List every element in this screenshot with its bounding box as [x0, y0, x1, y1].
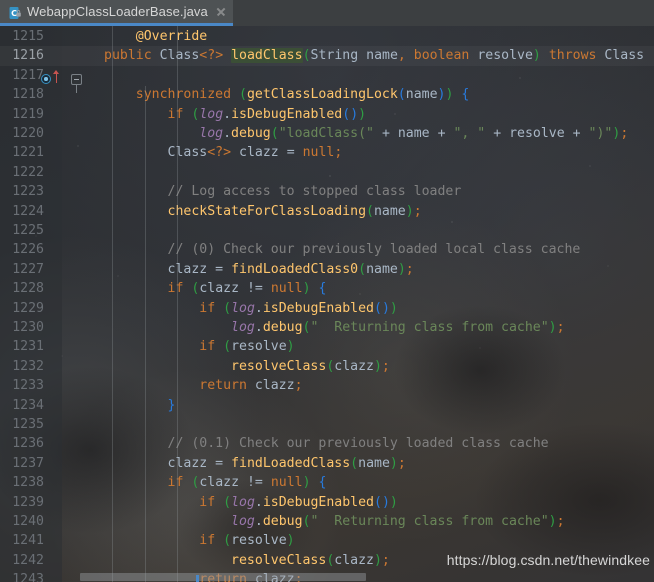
- line-number: 1241: [12, 533, 44, 549]
- line-number: 1223: [12, 184, 44, 200]
- code-text: @Override: [135, 29, 208, 44]
- code-line[interactable]: 1237 clazz = findLoadedClass(name);: [0, 454, 654, 473]
- line-number: 1219: [12, 106, 44, 122]
- code-line[interactable]: 1238 if (clazz != null) {: [0, 473, 654, 492]
- close-icon[interactable]: [215, 6, 227, 18]
- code-text: synchronized (getClassLoadingLock(name))…: [135, 87, 470, 103]
- code-text: // (0) Check our previously loaded local…: [167, 242, 581, 258]
- line-number: 1234: [12, 397, 44, 413]
- editor-tab-bar: C WebappClassLoaderBase.java: [0, 0, 654, 26]
- code-line[interactable]: 1229 if (log.isDebugEnabled()): [0, 299, 654, 318]
- code-line[interactable]: 1230 log.debug(" Returning class from cac…: [0, 318, 654, 337]
- code-text: // (0.1) Check our previously loaded cla…: [167, 436, 549, 452]
- code-text: if (clazz != null) {: [167, 281, 327, 297]
- editor-tab-title: WebappClassLoaderBase.java: [27, 4, 208, 19]
- line-number: 1218: [12, 87, 44, 103]
- editor-tab-webappclassloaderbase[interactable]: C WebappClassLoaderBase.java: [0, 0, 233, 26]
- code-text: log.debug("loadClass(" + name + ", " + r…: [199, 126, 629, 141]
- code-line[interactable]: 1228 if (clazz != null) {: [0, 279, 654, 298]
- code-line[interactable]: 1239 if (log.isDebugEnabled()): [0, 493, 654, 512]
- code-text: log.debug(" Returning class from cache")…: [231, 514, 565, 529]
- collapse-fold-icon[interactable]: [71, 74, 82, 85]
- code-line[interactable]: 1242 resolveClass(clazz);: [0, 551, 654, 570]
- line-number: 1224: [12, 203, 44, 219]
- horizontal-scrollbar-thumb[interactable]: [80, 573, 366, 581]
- line-number: 1232: [12, 358, 44, 374]
- line-number: 1236: [12, 436, 44, 452]
- code-text: if (log.isDebugEnabled()): [199, 494, 398, 510]
- code-line[interactable]: 1215 @Override: [0, 27, 654, 46]
- override-method-icon[interactable]: [41, 74, 52, 85]
- code-line[interactable]: 1223 // Log access to stopped class loade…: [0, 182, 654, 201]
- line-number: 1235: [12, 417, 44, 432]
- code-text: resolveClass(clazz);: [231, 552, 390, 568]
- code-line[interactable]: 1221 Class<?> clazz = null;: [0, 143, 654, 162]
- code-line[interactable]: 1219 if (log.isDebugEnabled()): [0, 105, 654, 124]
- code-line[interactable]: 1241 if (resolve): [0, 531, 654, 550]
- code-text: if (resolve): [199, 533, 295, 549]
- code-text: // Log access to stopped class loader: [167, 184, 462, 200]
- code-line[interactable]: 1234}: [0, 396, 654, 415]
- fold-region-line: [76, 85, 77, 93]
- line-number: 1216: [12, 48, 44, 64]
- ide-window: C WebappClassLoaderBase.java 1215 @Overri…: [0, 0, 654, 582]
- code-line[interactable]: 1225: [0, 221, 654, 240]
- line-number: 1225: [12, 223, 44, 238]
- line-number: 1238: [12, 475, 44, 491]
- line-number: 1220: [12, 126, 44, 141]
- code-line[interactable]: 1236 // (0.1) Check our previously loaded…: [0, 434, 654, 453]
- code-text: clazz = findLoadedClass0(name);: [167, 261, 414, 277]
- code-text: log.debug(" Returning class from cache")…: [231, 320, 565, 335]
- code-text: if (log.isDebugEnabled()): [167, 106, 367, 122]
- code-text: return clazz;: [199, 378, 303, 394]
- code-line[interactable]: 1240 log.debug(" Returning class from cac…: [0, 512, 654, 531]
- line-number: 1242: [12, 552, 44, 568]
- code-line[interactable]: 1233 return clazz;: [0, 376, 654, 395]
- code-line[interactable]: 1235: [0, 415, 654, 434]
- svg-text:C: C: [11, 9, 17, 18]
- arrow-up-icon[interactable]: [53, 70, 60, 83]
- line-number: 1231: [12, 339, 44, 355]
- code-text: }: [167, 397, 176, 413]
- code-line[interactable]: 1231 if (resolve): [0, 337, 654, 356]
- line-number: 1221: [12, 145, 44, 161]
- line-number: 1230: [12, 320, 44, 335]
- line-number: 1222: [12, 164, 44, 180]
- line-number: 1227: [12, 261, 44, 277]
- code-line[interactable]: 1226 // (0) Check our previously loaded l…: [0, 240, 654, 259]
- caret-position-marker: [196, 575, 199, 582]
- code-text: Class<?> clazz = null;: [167, 145, 343, 161]
- horizontal-scrollbar[interactable]: [0, 572, 654, 582]
- line-number: 1239: [12, 494, 44, 510]
- line-number: 1240: [12, 514, 44, 529]
- line-number: 1226: [12, 242, 44, 258]
- code-line[interactable]: 1222: [0, 163, 654, 182]
- code-text: checkStateForClassLoading(name);: [167, 203, 422, 219]
- code-line[interactable]: 1227 clazz = findLoadedClass0(name);: [0, 260, 654, 279]
- code-line[interactable]: 1218 synchronized (getClassLoadingLock(na…: [0, 85, 654, 104]
- code-line[interactable]: 1217: [0, 66, 654, 85]
- line-number: 1217: [12, 67, 44, 83]
- code-text: clazz = findLoadedClass(name);: [167, 455, 406, 471]
- code-text: if (clazz != null) {: [167, 475, 327, 491]
- code-text: if (log.isDebugEnabled()): [199, 300, 398, 316]
- code-text: public Class<?> loadClass(String name, b…: [104, 48, 645, 64]
- code-line[interactable]: 1220 log.debug("loadClass(" + name + ", "…: [0, 124, 654, 143]
- line-number: 1237: [12, 455, 44, 471]
- line-number: 1215: [12, 29, 44, 44]
- code-editor[interactable]: 1215 @Override 1216 public Class<?> loadCla…: [0, 26, 654, 582]
- line-number: 1228: [12, 281, 44, 297]
- code-line[interactable]: 1216 public Class<?> loadClass(String nam…: [0, 46, 654, 66]
- line-number: 1229: [12, 300, 44, 316]
- code-text: resolveClass(clazz);: [231, 358, 390, 374]
- line-number: 1233: [12, 378, 44, 394]
- code-text: if (resolve): [199, 339, 295, 355]
- code-line[interactable]: 1232 resolveClass(clazz);: [0, 357, 654, 376]
- java-class-icon: C: [8, 5, 22, 19]
- code-line[interactable]: 1224 checkStateForClassLoading(name);: [0, 202, 654, 221]
